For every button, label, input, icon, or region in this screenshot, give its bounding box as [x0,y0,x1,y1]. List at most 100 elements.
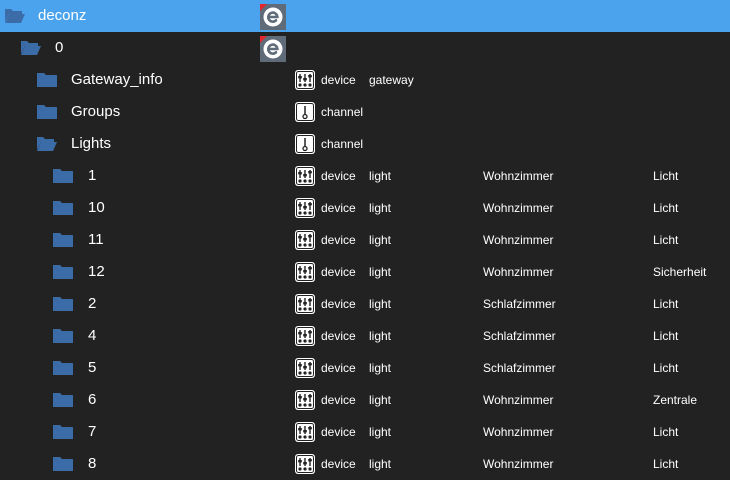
tree-row[interactable]: 1 device light Wohnzimmer Licht [0,160,730,192]
device-icon [295,326,315,346]
device-icon [295,198,315,218]
tree-item-name[interactable]: 5 [88,352,96,384]
object-function-label: Licht [653,201,679,215]
object-role-label: light [369,201,392,215]
object-type-label: device [321,201,356,215]
tree-item-name[interactable]: 10 [88,192,105,224]
object-function-label: Licht [653,361,679,375]
object-tree: deconz 0 Gateway_info device gateway Groups ch… [0,0,730,480]
object-room-label: Wohnzimmer [483,425,554,439]
tree-row[interactable]: Groups channel [0,96,730,128]
object-function-label: Licht [653,233,679,247]
object-room-label: Wohnzimmer [483,169,554,183]
tree-row[interactable]: Gateway_info device gateway [0,64,730,96]
device-icon [295,422,315,442]
tree-row[interactable]: 6 device light Wohnzimmer Zentrale [0,384,730,416]
folder-icon[interactable] [52,392,74,408]
object-role-label: light [369,425,392,439]
tree-row[interactable]: 7 device light Wohnzimmer Licht [0,416,730,448]
object-room-label: Schlafzimmer [483,361,556,375]
object-type-label: device [321,393,356,407]
device-icon [295,166,315,186]
object-function-label: Licht [653,425,679,439]
device-icon [295,70,315,90]
object-role-label: light [369,329,392,343]
device-icon [295,262,315,282]
channel-icon [295,102,315,122]
tree-item-name[interactable]: 11 [88,224,104,256]
device-icon [295,230,315,250]
object-type-label: device [321,425,356,439]
object-type-label: channel [321,105,364,119]
object-type-label: device [321,169,356,183]
tree-item-name[interactable]: 6 [88,384,96,416]
folder-icon[interactable] [52,424,74,440]
device-icon [295,390,315,410]
object-role-label: light [369,361,392,375]
object-role-label: light [369,265,392,279]
object-role-label: light [369,457,392,471]
object-type-label: device [321,329,356,343]
tree-item-name[interactable]: Groups [71,96,120,128]
folder-icon[interactable] [52,328,74,344]
folder-icon[interactable] [52,360,74,376]
object-room-label: Wohnzimmer [483,457,554,471]
folder-icon[interactable] [36,72,58,88]
tree-row[interactable]: 8 device light Wohnzimmer Licht [0,448,730,480]
tree-row[interactable]: 0 [0,32,730,64]
object-role-label: light [369,393,392,407]
object-function-label: Licht [653,297,679,311]
object-role-label: gateway [369,73,414,87]
tree-row[interactable]: deconz [0,0,730,32]
tree-item-name[interactable]: Lights [71,128,111,160]
object-type-label: device [321,233,356,247]
folder-icon[interactable] [52,168,74,184]
object-function-label: Zentrale [653,393,698,407]
object-room-label: Wohnzimmer [483,233,554,247]
folder-icon[interactable] [52,232,74,248]
tree-item-name[interactable]: 1 [88,160,96,192]
folder-icon[interactable] [52,296,74,312]
folder-open-icon[interactable] [20,40,42,56]
object-type-label: device [321,361,356,375]
object-room-label: Wohnzimmer [483,201,554,215]
object-role-label: light [369,297,392,311]
folder-icon[interactable] [52,200,74,216]
deconz-adapter-icon [260,4,286,30]
folder-icon[interactable] [52,264,74,280]
tree-item-name[interactable]: 7 [88,416,96,448]
object-function-label: Sicherheit [653,265,707,279]
object-type-label: device [321,265,356,279]
object-function-label: Licht [653,169,679,183]
tree-row[interactable]: 5 device light Schlafzimmer Licht [0,352,730,384]
tree-item-name[interactable]: Gateway_info [71,64,163,96]
tree-item-name[interactable]: 2 [88,288,96,320]
object-type-label: device [321,457,356,471]
folder-open-icon[interactable] [36,136,58,152]
tree-item-name[interactable]: deconz [38,0,86,32]
tree-row[interactable]: 4 device light Schlafzimmer Licht [0,320,730,352]
object-type-label: channel [321,137,364,151]
folder-icon[interactable] [36,104,58,120]
tree-row[interactable]: Lights channel [0,128,730,160]
object-function-label: Licht [653,457,679,471]
folder-open-icon[interactable] [4,8,26,24]
deconz-adapter-icon [260,36,286,62]
channel-icon [295,134,315,154]
device-icon [295,358,315,378]
tree-item-name[interactable]: 8 [88,448,96,480]
object-function-label: Licht [653,329,679,343]
tree-item-name[interactable]: 4 [88,320,96,352]
tree-row[interactable]: 12 device light Wohnzimmer Sicherheit [0,256,730,288]
tree-row[interactable]: 10 device light Wohnzimmer Licht [0,192,730,224]
object-type-label: device [321,297,356,311]
tree-row[interactable]: 11 device light Wohnzimmer Licht [0,224,730,256]
object-role-label: light [369,233,392,247]
device-icon [295,454,315,474]
tree-row[interactable]: 2 device light Schlafzimmer Licht [0,288,730,320]
object-role-label: light [369,169,392,183]
tree-item-name[interactable]: 0 [55,32,63,64]
tree-item-name[interactable]: 12 [88,256,105,288]
object-room-label: Wohnzimmer [483,393,554,407]
folder-icon[interactable] [52,456,74,472]
